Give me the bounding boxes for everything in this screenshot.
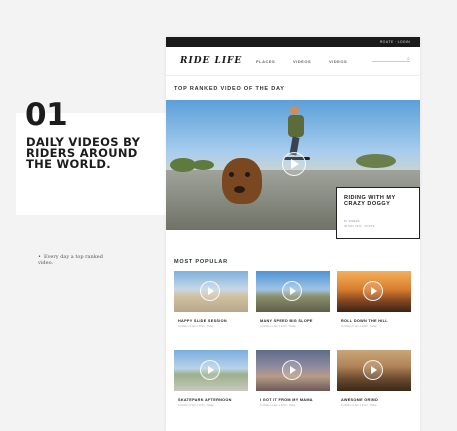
search-icon[interactable]: ⌕ [407, 56, 410, 62]
video-meta: by Rider on Apr 1 2014 · Today [341, 404, 377, 407]
play-icon[interactable] [200, 360, 220, 380]
dog-eye [245, 172, 250, 177]
video-meta: by Rider on Apr 1 2014 · Today [260, 325, 296, 328]
top-bar: ROUTE · LOGIN [166, 37, 420, 47]
video-thumbnail[interactable] [337, 271, 411, 312]
promo-callout: 01 Daily videos by riders around the wor… [16, 97, 166, 215]
play-icon[interactable] [363, 281, 383, 301]
video-thumbnail[interactable] [337, 350, 411, 391]
promo-number: 01 [25, 97, 68, 133]
main-nav: RIDE LIFE PLACES VIDEOS VIDEOS ⌕ [166, 47, 420, 76]
video-card[interactable]: AWESOME GRIND by Rider on Apr 1 2014 · T… [337, 350, 411, 412]
nav-item-videos-2[interactable]: VIDEOS [329, 59, 347, 64]
featured-meta-1: BY RIDERS [344, 220, 360, 223]
video-meta: by Rider on Apr 1 2014 · Today [260, 404, 296, 407]
nav-item-videos[interactable]: VIDEOS [293, 59, 311, 64]
video-title[interactable]: SKATEPARK AFTERNOON [178, 398, 232, 402]
promo-note-text: Every day a top ranked video. [38, 254, 103, 266]
video-meta: by Rider on Apr 1 2014 · Today [178, 404, 214, 407]
promo-tagline: Daily videos by riders around the world. [26, 135, 141, 171]
dog-nose [234, 186, 245, 193]
video-meta: by Rider on Apr 1 2014 · Today [178, 325, 214, 328]
video-thumbnail[interactable] [174, 271, 248, 312]
video-title[interactable]: ROLL DOWN THE HILL [341, 319, 388, 323]
play-icon[interactable] [282, 281, 302, 301]
play-icon[interactable] [200, 281, 220, 301]
dog-eye [229, 172, 234, 177]
video-title[interactable]: MANY SPEED BIG SLOPE [260, 319, 313, 323]
featured-title: Riding with my crazy doggy [344, 195, 396, 207]
video-card[interactable]: MANY SPEED BIG SLOPE by Rider on Apr 1 2… [256, 271, 330, 333]
nav-item-places[interactable]: PLACES [256, 59, 275, 64]
play-icon[interactable] [363, 360, 383, 380]
skater-body [288, 115, 304, 137]
video-card[interactable]: SKATEPARK AFTERNOON by Rider on Apr 1 20… [174, 350, 248, 412]
video-title[interactable]: HAPPY SLIDE SESSION [178, 319, 227, 323]
play-icon[interactable] [282, 152, 306, 176]
featured-caption[interactable]: Riding with my crazy doggy BY RIDERS 30 … [336, 187, 420, 239]
search-input[interactable] [372, 61, 410, 62]
skater-head [290, 106, 299, 115]
topbar-links[interactable]: ROUTE · LOGIN [380, 40, 410, 44]
promo-note: • Every day a top ranked video. [38, 254, 118, 266]
video-title[interactable]: I GOT IT FROM MY MAMA [260, 398, 313, 402]
featured-meta-2: 30 MAY 2014 · ROUTE [344, 225, 375, 228]
video-card[interactable]: ROLL DOWN THE HILL by Rider on Apr 1 201… [337, 271, 411, 333]
video-title[interactable]: AWESOME GRIND [341, 398, 378, 402]
video-meta: by Rider on Apr 1 2014 · Today [341, 325, 377, 328]
video-card[interactable]: I GOT IT FROM MY MAMA by Rider on Apr 1 … [256, 350, 330, 412]
video-thumbnail[interactable] [256, 350, 330, 391]
tree-shape [192, 160, 214, 170]
website-mockup: ROUTE · LOGIN RIDE LIFE PLACES VIDEOS VI… [166, 37, 420, 431]
featured-heading: TOP RANKED VIDEO OF THE DAY [174, 86, 285, 92]
popular-heading: MOST POPULAR [174, 259, 228, 265]
site-logo[interactable]: RIDE LIFE [180, 56, 242, 66]
tree-shape [356, 154, 396, 168]
video-card[interactable]: HAPPY SLIDE SESSION by Rider on Apr 1 20… [174, 271, 248, 333]
dog-figure [222, 158, 262, 204]
video-thumbnail[interactable] [256, 271, 330, 312]
video-thumbnail[interactable] [174, 350, 248, 391]
play-icon[interactable] [282, 360, 302, 380]
